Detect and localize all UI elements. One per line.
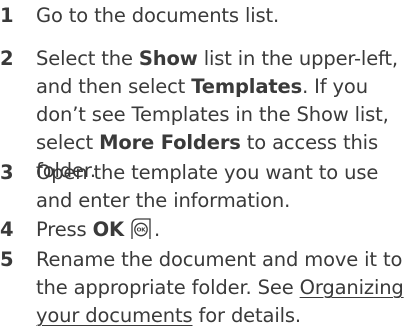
step-text-post: . [154, 218, 161, 241]
templates-label: Templates [191, 75, 303, 98]
step-text-post: for details. [192, 304, 302, 327]
page: { "steps": [ { "number": "1", "text": "G… [0, 0, 410, 327]
step-number: 2 [0, 47, 14, 70]
show-list-label: Show [138, 47, 198, 70]
step-number: 3 [0, 161, 14, 184]
step-number: 1 [0, 4, 14, 27]
step-1: 1 Go to the documents list. [0, 2, 410, 30]
step-text-pre: Press [36, 218, 93, 241]
ok-label: OK [92, 218, 125, 241]
step-text: Go to the documents list. [36, 4, 280, 27]
step-text: Open the template you want to use and en… [36, 161, 379, 212]
step-5: 5 Rename the document and move it to the… [0, 246, 410, 330]
step-number: 5 [0, 248, 14, 271]
step-4: 4 Press OK OK . [0, 216, 410, 244]
more-folders-label: More Folders [99, 131, 241, 154]
step-3: 3 Open the template you want to use and … [0, 159, 410, 215]
svg-text:OK: OK [137, 228, 147, 234]
step-text-pre: Select the [36, 47, 139, 70]
step-number: 4 [0, 218, 14, 241]
ok-key-icon: OK [128, 217, 154, 241]
